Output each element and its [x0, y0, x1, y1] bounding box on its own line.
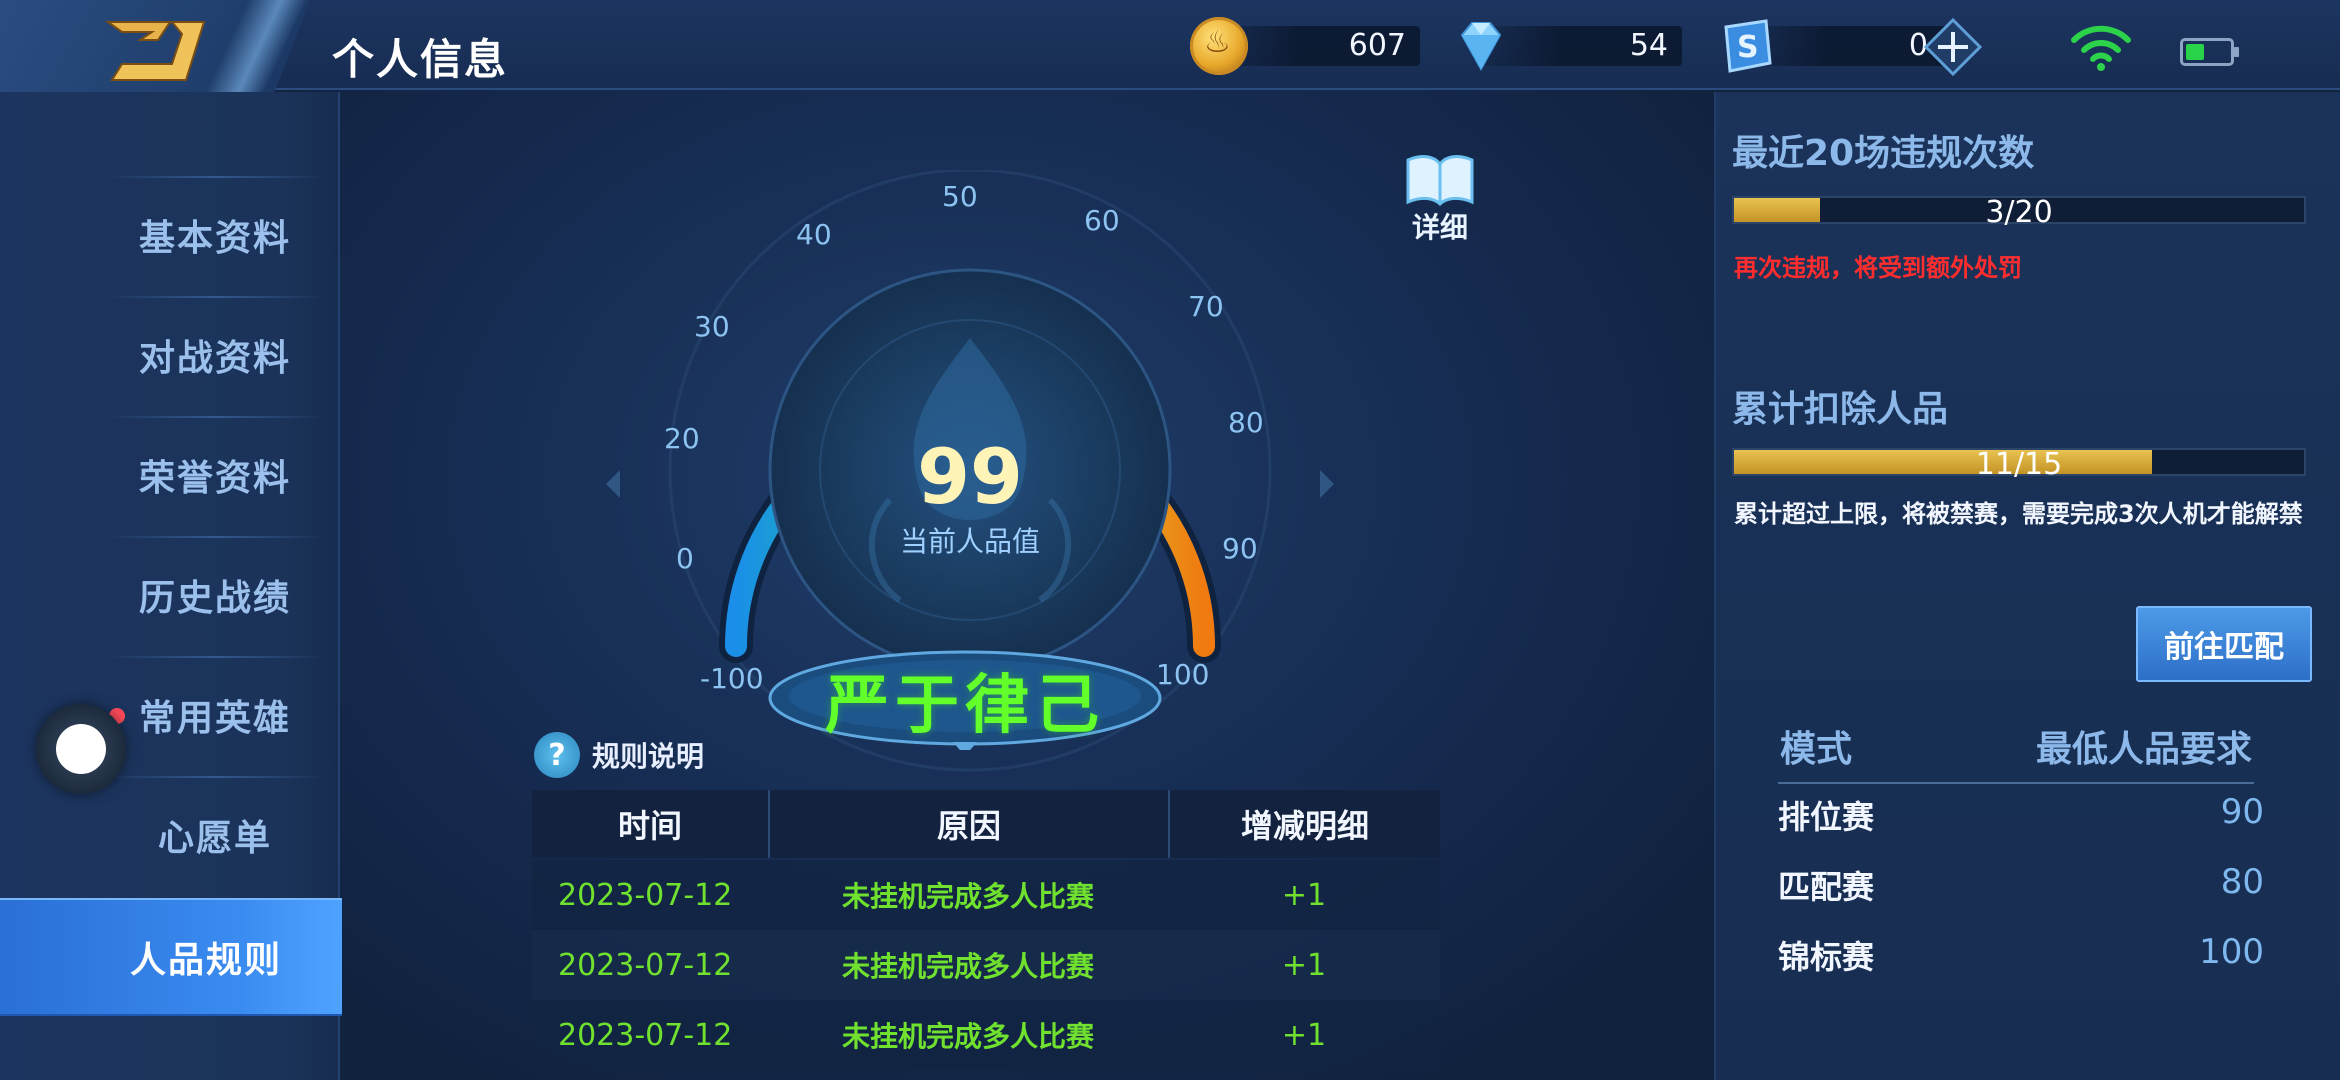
diamond-icon: [1460, 22, 1502, 72]
violations-progress-text: 3/20: [1985, 195, 2053, 230]
credit-score-value: 99: [917, 432, 1023, 521]
rules-explanation-link[interactable]: ? 规则说明: [534, 730, 704, 780]
sidebar-item-label: 对战资料: [138, 338, 291, 379]
back-arrow-icon: [104, 21, 206, 81]
gold-coin-icon: [1190, 17, 1248, 75]
table-row: 2023-07-12 未挂机完成多人比赛 +1: [532, 930, 1440, 1000]
back-button[interactable]: [0, 0, 310, 104]
token-amount: 0: [1908, 28, 1928, 63]
gauge-tick-label: 40: [796, 218, 832, 251]
record-change: +1: [1281, 947, 1327, 983]
rules-explanation-label: 规则说明: [592, 740, 705, 773]
violations-progress-bar: 3/20: [1732, 195, 2306, 230]
battery-icon: [2180, 38, 2239, 66]
record-date: 2023-07-12: [558, 947, 733, 983]
record-change: +1: [1281, 877, 1327, 913]
gauge-tick-label: 90: [1222, 532, 1258, 565]
column-header-change: 增减明细: [1168, 790, 1440, 858]
gauge-tick-label: 30: [694, 310, 730, 343]
table-header: 时间 原因 增减明细: [532, 790, 1440, 858]
token-icon: S: [1724, 19, 1772, 73]
gold-currency: 607: [1190, 17, 1420, 75]
page-title: 个人信息: [332, 35, 509, 84]
sidebar-item-label: 心愿单: [157, 818, 272, 859]
table-row: 2023-07-12 未挂机完成多人比赛 +1: [532, 860, 1440, 930]
svg-text:S: S: [1737, 30, 1759, 65]
gauge-tick-label: 50: [942, 180, 978, 213]
gauge-tick-label: 70: [1188, 290, 1224, 323]
top-bar: 个人信息 607 54 S 0: [0, 0, 2340, 104]
requirement-mode: 排位赛: [1778, 798, 1875, 836]
book-icon[interactable]: [1400, 150, 1480, 210]
requirement-mode: 锦标赛: [1778, 938, 1875, 976]
gold-amount: 607: [1348, 28, 1406, 63]
diamond-amount: 54: [1629, 28, 1668, 63]
detail-button-label[interactable]: 详细: [1400, 206, 1480, 246]
requirements-divider: [1778, 782, 2254, 784]
token-currency: S 0: [1718, 19, 1948, 73]
gauge-tick-label: 20: [664, 422, 700, 455]
credit-record-table: 时间 原因 增减明细 2023-07-12 未挂机完成多人比赛 +1 2023-…: [532, 790, 1440, 1072]
violation-warning-text: 再次违规，将受到额外处罚: [1734, 254, 2022, 282]
record-reason: 未挂机完成多人比赛: [841, 1020, 1094, 1053]
gauge-tick-label: -100: [700, 662, 764, 695]
deduction-note-text: 累计超过上限，将被禁赛，需要完成3次人机才能解禁: [1734, 500, 2303, 528]
gauge-tick-label: 80: [1228, 406, 1264, 439]
deduction-title: 累计扣除人品: [1732, 389, 1949, 430]
sidebar-item-label: 荣誉资料: [138, 458, 291, 499]
sidebar-item-label: 基本资料: [138, 218, 291, 259]
record-date: 2023-07-12: [558, 877, 733, 913]
sidebar: 基本资料 对战资料 荣誉资料 历史战绩 常用英雄 心愿单 人品规则: [0, 92, 342, 1080]
record-change: +1: [1281, 1017, 1327, 1053]
floating-assistive-button[interactable]: [36, 704, 126, 794]
requirement-min-value: 80: [2220, 862, 2264, 902]
sidebar-item-wishlist[interactable]: 心愿单: [105, 776, 325, 894]
record-reason: 未挂机完成多人比赛: [841, 950, 1094, 983]
requirements-min-header: 最低人品要求: [2036, 729, 2253, 770]
sidebar-item-label: 历史战绩: [138, 578, 291, 619]
requirement-min-value: 100: [2199, 932, 2264, 972]
column-header-reason: 原因: [768, 790, 1168, 858]
add-currency-button[interactable]: [1924, 18, 1982, 76]
sidebar-item-battle-info[interactable]: 对战资料: [105, 296, 325, 414]
sidebar-item-common-heroes[interactable]: 常用英雄: [105, 656, 325, 774]
sidebar-item-label: 常用英雄: [138, 698, 291, 739]
sidebar-item-credit-rules[interactable]: 人品规则: [0, 898, 342, 1016]
gauge-tick-label: 0: [676, 542, 694, 575]
deduction-progress-text: 11/15: [1975, 447, 2063, 482]
diamond-currency: 54: [1452, 20, 1682, 72]
personal-info-screen: 个人信息 607 54 S 0: [0, 0, 2340, 1080]
record-date: 2023-07-12: [558, 1017, 733, 1053]
credit-rank-title: 严于律己: [825, 669, 1105, 743]
wifi-icon: [2071, 25, 2131, 71]
record-reason: 未挂机完成多人比赛: [841, 880, 1094, 913]
requirements-mode-header: 模式: [1780, 729, 1853, 770]
column-header-time: 时间: [617, 807, 682, 845]
requirement-min-value: 90: [2220, 792, 2264, 832]
credit-score-label: 当前人品值: [899, 525, 1040, 558]
table-row: 2023-07-12 未挂机完成多人比赛 +1: [532, 1000, 1440, 1070]
violations-title: 最近20场违规次数: [1732, 133, 2035, 174]
question-icon: ?: [534, 732, 580, 778]
go-to-match-button[interactable]: 前往匹配: [2136, 606, 2312, 682]
sidebar-item-honor-info[interactable]: 荣誉资料: [105, 416, 325, 534]
sidebar-item-match-history[interactable]: 历史战绩: [105, 536, 325, 654]
gauge-tick-label: 60: [1084, 204, 1120, 237]
sidebar-item-basic-info[interactable]: 基本资料: [105, 176, 325, 294]
deduction-progress-bar: 11/15: [1732, 447, 2306, 482]
requirement-mode: 匹配赛: [1778, 868, 1875, 906]
sidebar-item-label: 人品规则: [129, 940, 282, 981]
